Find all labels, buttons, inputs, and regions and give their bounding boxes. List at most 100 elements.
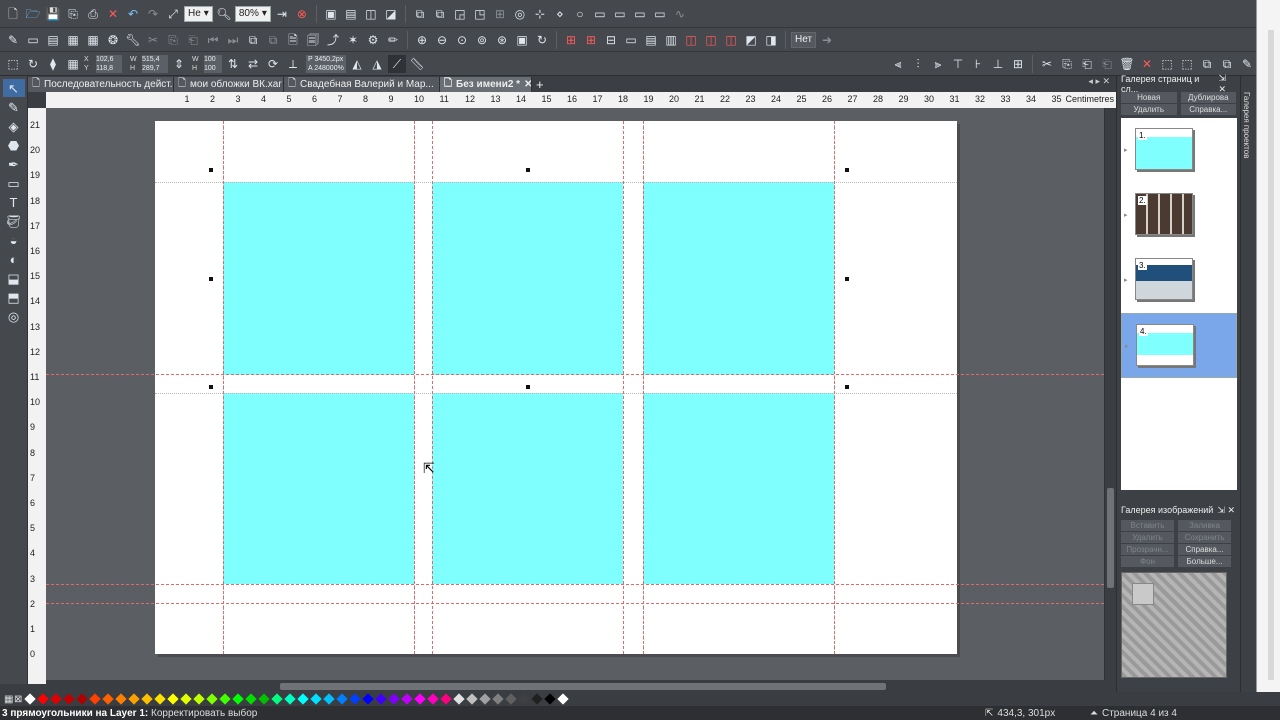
vertical-scrollbar[interactable] xyxy=(1104,108,1116,684)
cyan-rectangle[interactable] xyxy=(432,182,623,375)
guideline[interactable] xyxy=(46,603,1104,604)
guides-icon[interactable]: ⊞ xyxy=(582,31,600,49)
open-icon[interactable]: 🗁 xyxy=(24,5,42,23)
bevel-icon[interactable]: ◫ xyxy=(682,31,700,49)
view-normal-icon[interactable]: ▭ xyxy=(622,31,640,49)
zoom-tool-icon[interactable]: ⤢ xyxy=(164,5,182,23)
zoom-previous-icon[interactable]: ⇥ xyxy=(273,5,291,23)
project-gallery-tab[interactable]: Галерея проектов xyxy=(1240,76,1256,692)
color-swatch[interactable] xyxy=(128,693,140,705)
page[interactable] xyxy=(155,121,957,654)
cyan-rectangle[interactable] xyxy=(223,393,414,584)
transparency-button[interactable]: Прозрачн... xyxy=(1121,544,1174,555)
background-button[interactable]: Фон xyxy=(1121,556,1174,567)
color-swatch[interactable] xyxy=(518,693,530,705)
vertical-scroll-thumb[interactable] xyxy=(1107,488,1114,588)
color-swatch[interactable] xyxy=(232,693,244,705)
skew-icon[interactable]: ⟂ xyxy=(284,55,302,73)
copy-icon[interactable]: ⎘ xyxy=(164,31,182,49)
contour-tool-icon[interactable]: ◎ xyxy=(3,307,25,325)
color-swatch[interactable] xyxy=(479,693,491,705)
expand-icon[interactable]: ▸ xyxy=(1125,342,1129,350)
close-icon[interactable]: ✕ xyxy=(1227,505,1235,515)
guideline[interactable] xyxy=(414,121,415,654)
cyan-rectangle[interactable] xyxy=(432,393,623,584)
color-swatch[interactable] xyxy=(310,693,322,705)
combine-icon[interactable]: ◫ xyxy=(362,5,380,23)
color-swatch[interactable] xyxy=(427,693,439,705)
rotation-field[interactable]: P 3450,2px xyxy=(306,54,346,64)
save-image-button[interactable]: Сохранить xyxy=(1178,532,1231,543)
horizontal-scrollbar[interactable] xyxy=(46,680,1116,692)
selection-handle[interactable] xyxy=(209,168,213,172)
mould-icon[interactable]: ▭ xyxy=(651,5,669,23)
tab-close-icon[interactable]: ✕ xyxy=(524,79,531,90)
scale-h-field[interactable]: 100 xyxy=(204,63,222,73)
move-backward-icon[interactable]: ◳ xyxy=(471,5,489,23)
scissors-icon[interactable]: ✂ xyxy=(1038,55,1056,73)
color-swatch[interactable] xyxy=(414,693,426,705)
align-left-icon[interactable]: ⫷ xyxy=(889,55,907,73)
page-thumbnail-item[interactable]: ▸ 4. xyxy=(1121,313,1237,378)
group-icon[interactable]: ▣ xyxy=(322,5,340,23)
transform-again-icon[interactable]: ✎ xyxy=(1238,55,1256,73)
transform-active-icon[interactable]: ⟋ xyxy=(388,54,406,73)
drawing-canvas[interactable] xyxy=(46,108,1104,684)
color-swatch[interactable] xyxy=(531,693,543,705)
view-simple-icon[interactable]: ▥ xyxy=(662,31,680,49)
rotate-mode-icon[interactable]: ↻ xyxy=(24,55,42,73)
cut-icon[interactable]: ✂ xyxy=(144,31,162,49)
guideline[interactable] xyxy=(834,121,835,654)
color-swatch[interactable] xyxy=(297,693,309,705)
guideline[interactable] xyxy=(46,374,1104,375)
page-help-button[interactable]: Справка... xyxy=(1180,104,1236,115)
page-thumbnail-item[interactable]: ▸ 1. xyxy=(1121,118,1237,183)
export-page-icon[interactable]: ⤴ xyxy=(324,31,342,49)
move-forward-icon[interactable]: ◲ xyxy=(451,5,469,23)
ruler-tool-icon[interactable]: 📏︎ xyxy=(408,55,426,73)
scale-w-field[interactable]: 100 xyxy=(204,54,222,64)
page-indicator[interactable]: ⏶ Страница 4 из 4 xyxy=(1090,706,1177,720)
document-tab[interactable]: 🗋Последовательность дейст...✕ xyxy=(28,77,174,92)
clip-icon[interactable]: ▭ xyxy=(591,5,609,23)
break-icon[interactable]: ◪ xyxy=(382,5,400,23)
pin-icon[interactable]: ⇲ xyxy=(1217,505,1225,515)
trash-icon[interactable]: 🗑 xyxy=(1118,55,1136,73)
color-swatch[interactable] xyxy=(271,693,283,705)
image-help-button[interactable]: Справка... xyxy=(1178,544,1231,555)
delete-image-button[interactable]: Удалить xyxy=(1121,532,1174,543)
selection-handle[interactable] xyxy=(845,385,849,389)
guideline[interactable] xyxy=(432,121,433,654)
guideline[interactable] xyxy=(46,584,1104,585)
export-icon[interactable]: ⎙ xyxy=(84,5,102,23)
mask-icon[interactable]: ▭ xyxy=(611,5,629,23)
import-icon[interactable]: ⎘ xyxy=(64,5,82,23)
snap-icon[interactable]: ⊗ xyxy=(293,5,311,23)
blend-icon[interactable]: ◫ xyxy=(722,31,740,49)
selector-icon[interactable]: ⬚ xyxy=(4,55,22,73)
color-swatch[interactable] xyxy=(102,693,114,705)
selector-tool-icon[interactable]: ↖ xyxy=(2,79,25,97)
duplicate-page-button[interactable]: Дублирова xyxy=(1180,92,1236,103)
selection-handle[interactable] xyxy=(209,385,213,389)
page-thumbnail-item[interactable]: ▸ 2. xyxy=(1121,183,1237,248)
color-swatch[interactable] xyxy=(24,693,36,705)
color-swatch[interactable] xyxy=(466,693,478,705)
color-swatch[interactable] xyxy=(180,693,192,705)
shadow-tool-icon[interactable]: ◐ xyxy=(3,250,25,268)
color-swatch[interactable] xyxy=(557,693,569,705)
color-swatch[interactable] xyxy=(63,693,75,705)
color-swatch[interactable] xyxy=(492,693,504,705)
selection-handle[interactable] xyxy=(526,168,530,172)
color-swatch[interactable] xyxy=(375,693,387,705)
paste-object-icon[interactable]: ⎗ xyxy=(1078,55,1096,73)
selection-handle[interactable] xyxy=(845,168,849,172)
node-icon[interactable]: ⋄ xyxy=(551,5,569,23)
selection-handle[interactable] xyxy=(526,385,530,389)
expand-icon[interactable]: ▸ xyxy=(1124,211,1128,219)
duplicate-mode-select[interactable]: Нет xyxy=(791,31,817,48)
color-swatch[interactable] xyxy=(50,693,62,705)
color-swatch[interactable] xyxy=(505,693,517,705)
insert-image-button[interactable]: Вставить xyxy=(1121,520,1174,531)
color-swatch[interactable] xyxy=(544,693,556,705)
